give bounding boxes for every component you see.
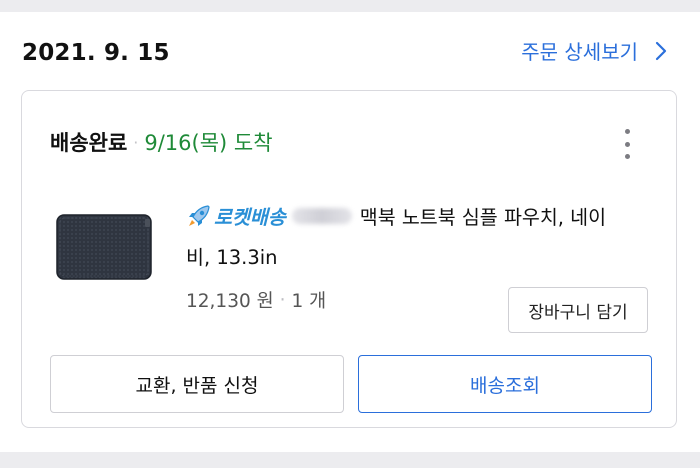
product-title-line2[interactable]: 비, 13.3in (186, 241, 278, 270)
chevron-right-icon (655, 41, 667, 60)
delivery-status-row: 배송완료 · 9/16(목) 도착 (50, 127, 273, 157)
blurred-seller-name (291, 207, 352, 224)
rocket-icon (189, 204, 210, 226)
separator-dot: · (279, 289, 286, 311)
delivery-status: 배송완료 (50, 131, 128, 155)
product-price: 12,130 원 (186, 291, 274, 312)
arrival-date: 9/16(목) 도착 (144, 131, 273, 155)
product-title: 맥북 노트북 심플 파우치, 네이 (359, 206, 607, 229)
exchange-return-button[interactable]: 교환, 반품 신청 (50, 355, 344, 413)
order-detail-label: 주문 상세보기 (521, 40, 638, 64)
rocket-delivery-badge: 로켓배송 (214, 206, 286, 229)
action-buttons: 교환, 반품 신청 배송조회 (50, 355, 652, 413)
track-shipping-button[interactable]: 배송조회 (358, 355, 652, 413)
order-section: 2021. 9. 15 주문 상세보기 배송완료 · 9/16(목) 도착 로켓… (0, 12, 700, 452)
add-to-cart-button[interactable]: 장바구니 담기 (508, 287, 648, 333)
product-thumbnail[interactable] (55, 209, 153, 285)
separator-dot: · (133, 132, 139, 152)
order-card: 배송완료 · 9/16(목) 도착 로켓배송 맥북 노트북 심플 파우치, 네이… (21, 90, 677, 428)
order-detail-link[interactable]: 주문 상세보기 (521, 36, 670, 65)
more-vertical-icon[interactable] (622, 129, 632, 159)
price-quantity-row: 12,130 원 · 1 개 (186, 287, 326, 313)
product-quantity: 1 개 (291, 291, 327, 312)
order-date: 2021. 9. 15 (22, 40, 170, 66)
product-title-line1[interactable]: 로켓배송 맥북 노트북 심플 파우치, 네이 (186, 201, 606, 230)
